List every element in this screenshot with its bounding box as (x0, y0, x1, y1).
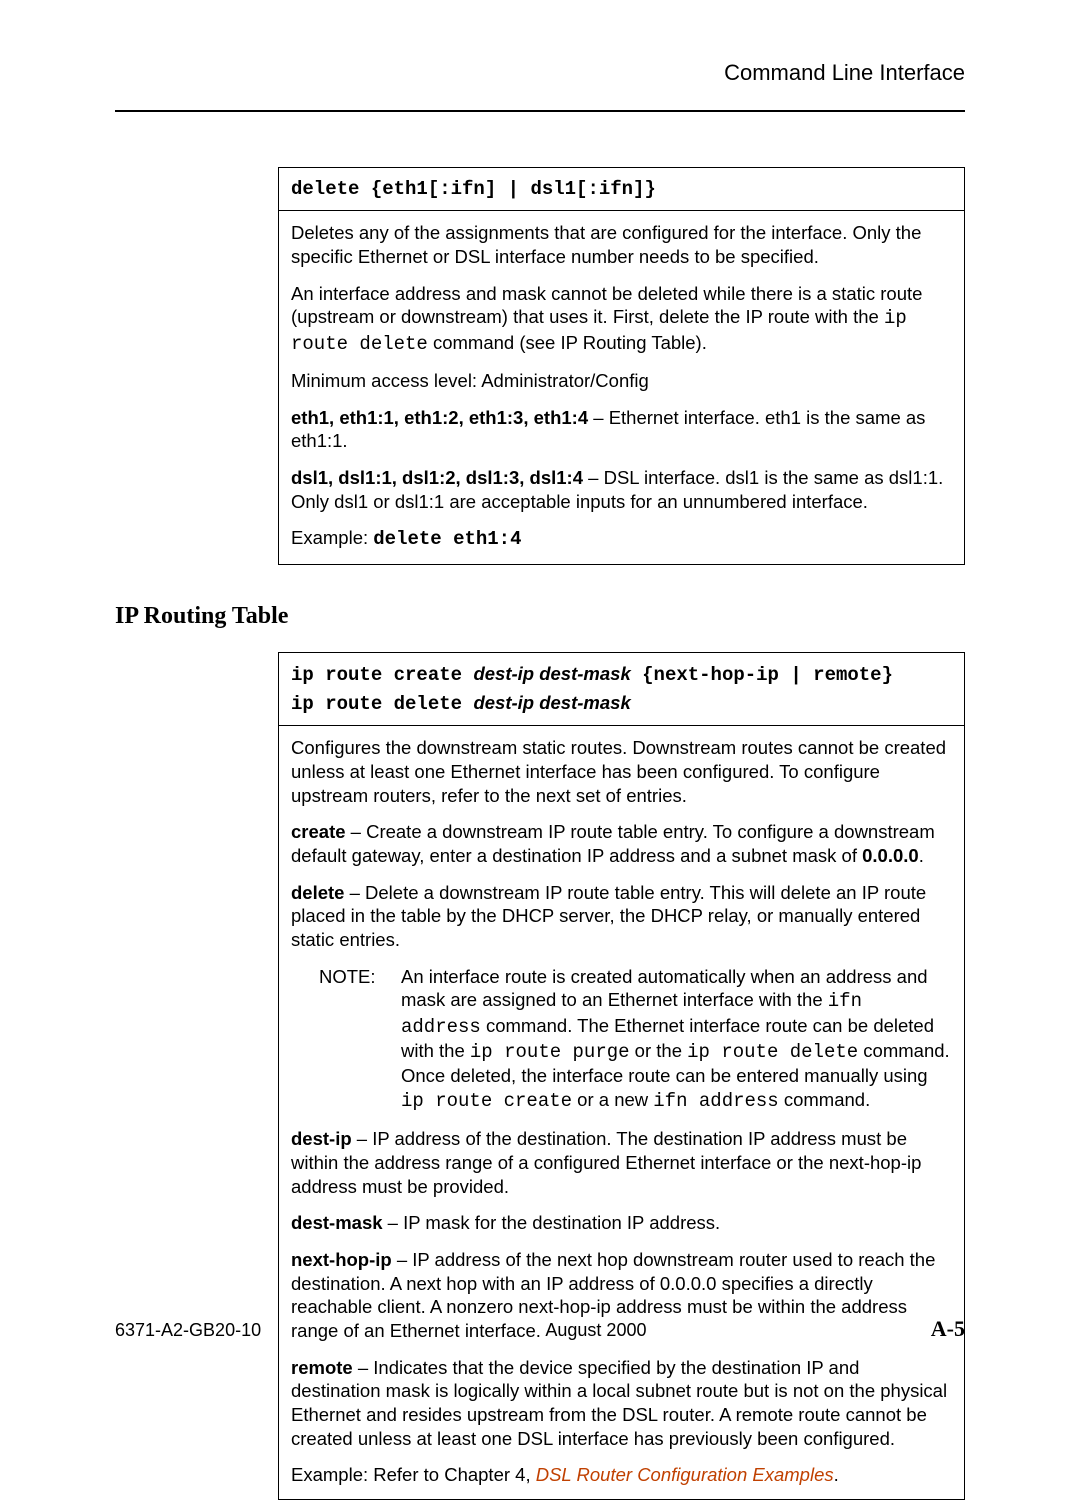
note-text: An interface route is created automatica… (401, 965, 952, 1114)
example: Example: Refer to Chapter 4, DSL Router … (291, 1463, 952, 1487)
param-name: create (291, 821, 346, 842)
text: – Create a downstream IP route table ent… (291, 821, 935, 866)
command-box-delete: delete {eth1[:ifn] | dsl1[:ifn]} Deletes… (278, 167, 965, 565)
text: Only dsl1 or dsl1:1 are acceptable input… (291, 491, 868, 512)
example: Example: delete eth1:4 (291, 526, 952, 551)
text: – IP mask for the destination IP address… (383, 1212, 721, 1233)
text: or the (630, 1040, 688, 1061)
param-dsl: dsl1, dsl1:1, dsl1:2, dsl1:3, dsl1:4 – D… (291, 466, 952, 513)
page-footer: 6371-A2-GB20-10 August 2000 A-5 (115, 1316, 965, 1342)
text: ip route create (291, 664, 473, 686)
command-box-iproute: ip route create dest-ip dest-mask {next-… (278, 652, 965, 1500)
text: {next-hop-ip | remote} (631, 664, 893, 686)
inline-code: ip route purge (470, 1041, 630, 1063)
text: . (919, 845, 924, 866)
inline-code: ip route delete (687, 1041, 858, 1063)
command-syntax-delete: delete {eth1[:ifn] | dsl1[:ifn]} (279, 168, 964, 211)
param-name: dsl1, dsl1:1, dsl1:2, dsl1:3, dsl1:4 (291, 467, 583, 488)
text: – DSL interface. dsl1 is the same as dsl… (583, 467, 943, 488)
text: – Delete a downstream IP route table ent… (291, 882, 926, 950)
inline-code: ip route create (401, 1090, 572, 1112)
doc-date: August 2000 (545, 1320, 646, 1341)
param-remote: remote – Indicates that the device speci… (291, 1356, 952, 1451)
param-dest-mask: dest-mask – IP mask for the destination … (291, 1211, 952, 1235)
command-syntax-iproute: ip route create dest-ip dest-mask {next-… (279, 653, 964, 727)
param-name: dest-mask (291, 1212, 383, 1233)
param-placeholder: dest-ip dest-mask (473, 692, 630, 713)
text: ip route delete (291, 693, 473, 715)
text: – IP address of the destination. The des… (291, 1128, 921, 1196)
desc-text: Deletes any of the assignments that are … (291, 221, 952, 268)
param-name: remote (291, 1357, 353, 1378)
param-delete: delete – Delete a downstream IP route ta… (291, 881, 952, 952)
param-name: delete (291, 882, 344, 903)
inline-code: delete eth1:4 (373, 528, 521, 550)
text: An interface address and mask cannot be … (291, 283, 922, 328)
cross-ref-link[interactable]: DSL Router Configuration Examples (536, 1464, 834, 1485)
page-header-title: Command Line Interface (115, 60, 965, 92)
text: 0.0.0.0 (862, 845, 919, 866)
text: . (834, 1464, 839, 1485)
param-placeholder: dest-ip dest-mask (473, 663, 630, 684)
section-heading-ip-routing: IP Routing Table (115, 603, 965, 630)
param-name: dest-ip (291, 1128, 352, 1149)
text: – Indicates that the device specified by… (291, 1357, 947, 1449)
desc-text: Configures the downstream static routes.… (291, 736, 952, 807)
text: Example: Refer to Chapter 4, (291, 1464, 536, 1485)
param-create: create – Create a downstream IP route ta… (291, 820, 952, 867)
param-name: eth1, eth1:1, eth1:2, eth1:3, eth1:4 (291, 407, 588, 428)
doc-number: 6371-A2-GB20-10 (115, 1320, 261, 1341)
text: or a new (572, 1089, 653, 1110)
text: Example: (291, 527, 373, 548)
text: command. (779, 1089, 871, 1110)
inline-code: ifn address (653, 1090, 778, 1112)
page-number: A-5 (931, 1316, 965, 1342)
desc-text: An interface address and mask cannot be … (291, 282, 952, 356)
param-dest-ip: dest-ip – IP address of the destination.… (291, 1127, 952, 1198)
param-eth: eth1, eth1:1, eth1:2, eth1:3, eth1:4 – E… (291, 406, 952, 453)
text: command (see IP Routing Table). (428, 332, 707, 353)
note-label: NOTE: (319, 965, 401, 1114)
param-name: next-hop-ip (291, 1249, 392, 1270)
note-block: NOTE: An interface route is created auto… (319, 965, 952, 1114)
access-level: Minimum access level: Administrator/Conf… (291, 369, 952, 393)
